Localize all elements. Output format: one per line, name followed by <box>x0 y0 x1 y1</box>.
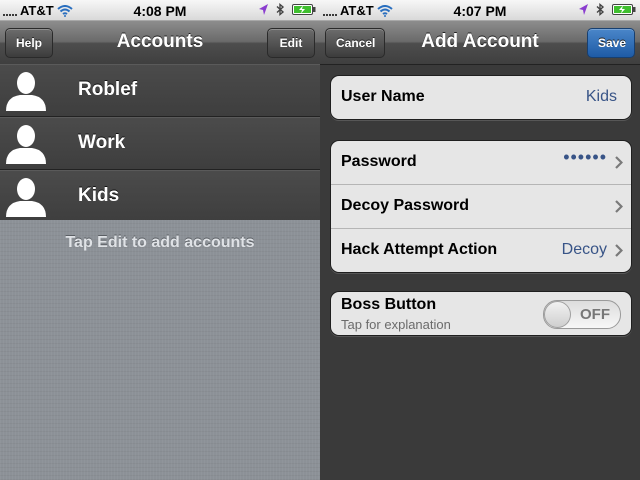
username-value: Kids <box>585 88 617 105</box>
status-right <box>578 3 636 16</box>
person-silhouette-icon <box>6 72 46 111</box>
boss-button-toggle[interactable]: OFF <box>543 300 621 329</box>
chevron-right-icon <box>615 200 623 213</box>
location-arrow-icon <box>579 4 588 15</box>
chevron-right-icon <box>615 156 623 169</box>
person-silhouette-icon <box>6 178 46 217</box>
password-cell[interactable]: Password •••••• <box>331 141 631 185</box>
toggle-knob <box>544 301 571 328</box>
location-arrow-icon <box>259 4 268 15</box>
status-right <box>258 3 316 16</box>
battery-charging-icon <box>612 4 636 15</box>
nav-bar: Help Accounts Edit <box>0 21 320 65</box>
hack-attempt-value: Decoy <box>561 241 607 258</box>
account-name: Roblef <box>78 79 138 100</box>
account-row-work[interactable]: Work <box>0 117 320 170</box>
nav-bar: Cancel Add Account Save <box>320 21 640 65</box>
status-bar: AT&T 4:07 PM <box>320 0 640 21</box>
account-row-kids[interactable]: Kids <box>0 170 320 223</box>
hack-attempt-cell[interactable]: Hack Attempt Action Decoy <box>331 229 631 272</box>
password-group: Password •••••• Decoy Password Hack Atte… <box>330 140 632 273</box>
account-row-roblef[interactable]: Roblef <box>0 64 320 117</box>
boss-button-subtitle: Tap for explanation <box>341 317 451 332</box>
account-list: Roblef Work Kids <box>0 64 320 223</box>
account-name: Kids <box>78 185 120 206</box>
password-label: Password <box>341 153 417 170</box>
battery-charging-icon <box>292 4 316 15</box>
bluetooth-icon <box>596 3 605 16</box>
add-account-screen: AT&T 4:07 PM Cancel Add Account Save Use… <box>320 0 640 480</box>
boss-group: Boss Button Tap for explanation OFF <box>330 291 632 336</box>
bluetooth-icon <box>276 3 285 16</box>
boss-button-cell[interactable]: Boss Button Tap for explanation OFF <box>331 292 631 335</box>
hack-attempt-label: Hack Attempt Action <box>341 241 498 258</box>
username-label: User Name <box>341 88 425 105</box>
username-cell[interactable]: User Name Kids <box>331 76 631 119</box>
decoy-password-label: Decoy Password <box>341 197 470 214</box>
edit-button[interactable]: Edit <box>267 28 315 58</box>
status-bar: AT&T 4:08 PM <box>0 0 320 21</box>
screens: AT&T 4:08 PM Help Accounts Edit Roblef W… <box>0 0 640 480</box>
person-silhouette-icon <box>6 125 46 164</box>
save-button[interactable]: Save <box>587 28 635 58</box>
empty-area: Tap Edit to add accounts <box>0 220 320 480</box>
accounts-screen: AT&T 4:08 PM Help Accounts Edit Roblef W… <box>0 0 320 480</box>
boss-button-label: Boss Button <box>341 296 437 313</box>
hint-text: Tap Edit to add accounts <box>65 234 255 251</box>
decoy-password-cell[interactable]: Decoy Password <box>331 185 631 229</box>
account-name: Work <box>78 132 126 153</box>
chevron-right-icon <box>615 244 623 257</box>
password-value: •••••• <box>563 147 607 167</box>
username-group: User Name Kids <box>330 75 632 120</box>
toggle-state: OFF <box>580 306 610 323</box>
